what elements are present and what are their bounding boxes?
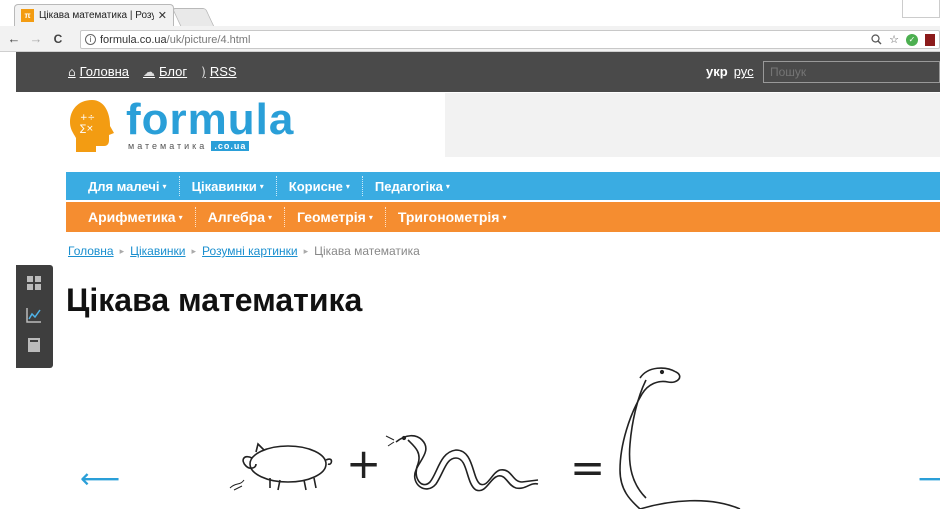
browser-tabstrip: π Цікава математика | Розумні картинки ✕ <box>0 0 940 26</box>
equals-sign: = <box>570 443 605 492</box>
logo-head-icon[interactable]: +÷ ∑× <box>66 98 118 154</box>
chevron-down-icon: ▾ <box>178 212 183 222</box>
tab-title: Цікава математика | Розумні картинки <box>39 10 154 21</box>
breadcrumb-separator-icon: ▸ <box>303 245 309 256</box>
menu-item-label: Арифметика <box>88 209 176 225</box>
logo-domain: .co.ua <box>211 141 250 151</box>
puzzle-picture: + = <box>229 367 741 509</box>
zoom-icon[interactable] <box>871 34 882 45</box>
breadcrumb-link-interesting[interactable]: Цікавинки <box>130 244 185 258</box>
menu-item-useful[interactable]: Корисне ▾ <box>277 176 363 196</box>
reload-icon[interactable]: C <box>50 32 66 46</box>
logo-wordmark[interactable]: formula <box>126 96 294 144</box>
menu-item-interesting[interactable]: Цікавинки ▾ <box>180 176 277 196</box>
address-bar[interactable]: i formula.co.ua/uk/picture/4.html ☆ ✓ <box>80 30 940 49</box>
menu-item-label: Педагогіка <box>374 178 443 194</box>
tab-close-icon[interactable]: ✕ <box>158 9 167 22</box>
menu-item-label: Корисне <box>288 178 343 194</box>
logo-sub-text: математика <box>128 141 208 151</box>
menu-item-algebra[interactable]: Алгебра ▾ <box>196 207 286 227</box>
extension-check-icon[interactable]: ✓ <box>906 33 918 46</box>
breadcrumb-separator-icon: ▸ <box>119 245 125 256</box>
breadcrumb-link-home[interactable]: Головна <box>68 244 114 258</box>
chevron-down-icon: ▾ <box>345 181 350 191</box>
lang-rus-link[interactable]: рус <box>734 64 754 79</box>
previous-arrow-icon[interactable]: ⟵ <box>80 462 120 495</box>
menu-item-label: Геометрія <box>297 209 366 225</box>
page-title: Цікава математика <box>66 282 363 318</box>
chevron-down-icon: ▾ <box>445 181 450 191</box>
menu-item-label: Алгебра <box>207 209 265 225</box>
forward-icon[interactable]: → <box>28 31 44 46</box>
menu-item-kids[interactable]: Для малечі ▾ <box>88 176 180 196</box>
nav-home-label: Головна <box>79 64 130 79</box>
site-favicon-icon: π <box>21 9 34 22</box>
chevron-down-icon: ▾ <box>268 212 273 222</box>
snake-drawing <box>385 434 539 492</box>
breadcrumb-link-smart-pictures[interactable]: Розумні картинки <box>202 244 298 258</box>
breadcrumb: Головна ▸ Цікавинки ▸ Розумні картинки ▸… <box>68 244 420 258</box>
top-navigation: ⌂ Головна ☁ Блог ) RSS <box>68 64 237 79</box>
menu-item-trigonometry[interactable]: Тригонометрія ▾ <box>386 207 519 227</box>
back-icon[interactable]: ← <box>6 31 22 46</box>
pig-drawing <box>229 442 333 491</box>
nav-home-link[interactable]: ⌂ Головна <box>68 64 129 79</box>
chevron-down-icon: ▾ <box>502 212 507 222</box>
home-icon: ⌂ <box>68 64 76 79</box>
menu-item-label: Цікавинки <box>191 178 257 194</box>
chevron-down-icon: ▾ <box>368 212 373 222</box>
new-tab-button[interactable] <box>171 8 215 26</box>
nav-rss-label: RSS <box>209 64 237 79</box>
calculator-icon[interactable] <box>26 275 42 291</box>
rss-icon: ) <box>201 64 206 79</box>
ad-banner <box>445 93 940 157</box>
dinosaur-drawing <box>619 367 741 509</box>
window-controls[interactable] <box>902 0 940 18</box>
menu-item-pedagogy[interactable]: Педагогіка ▾ <box>363 176 462 196</box>
subject-menu: Арифметика ▾ Алгебра ▾ Геометрія ▾ Тригоном… <box>66 202 940 232</box>
chevron-down-icon: ▾ <box>162 181 167 191</box>
omnibox-icons: ☆ ✓ <box>871 33 935 46</box>
lang-ukr: укр <box>706 64 728 79</box>
browser-toolbar: ← → C i formula.co.ua/uk/picture/4.html … <box>0 26 940 52</box>
extension-icon[interactable] <box>925 33 935 46</box>
menu-item-label: Тригонометрія <box>397 209 500 225</box>
chat-icon: ☁ <box>143 64 156 79</box>
breadcrumb-current: Цікава математика <box>314 244 420 258</box>
svg-text:+÷: +÷ <box>80 113 95 123</box>
url-path: /uk/picture/4.html <box>166 33 251 46</box>
breadcrumb-separator-icon: ▸ <box>191 245 197 256</box>
bookmark-star-icon[interactable]: ☆ <box>889 33 899 46</box>
main-menu: Для малечі ▾ Цікавинки ▾ Корисне ▾ Педагогі… <box>66 172 940 200</box>
url-host: formula.co.ua <box>100 33 167 46</box>
browser-tab[interactable]: π Цікава математика | Розумні картинки ✕ <box>14 4 174 26</box>
svg-text:∑×: ∑× <box>80 124 94 134</box>
nav-blog-link[interactable]: ☁ Блог <box>143 64 187 79</box>
plus-sign: + <box>346 439 381 488</box>
search-input[interactable] <box>763 61 940 83</box>
chevron-down-icon: ▾ <box>259 181 264 191</box>
menu-item-geometry[interactable]: Геометрія ▾ <box>285 207 386 227</box>
menu-item-label: Для малечі <box>88 178 160 194</box>
site-topbar: ⌂ Головна ☁ Блог ) RSS укр рус <box>16 52 940 92</box>
language-switcher: укр рус <box>706 64 754 79</box>
nav-rss-link[interactable]: ) RSS <box>201 64 236 79</box>
nav-blog-label: Блог <box>159 64 188 79</box>
graph-icon[interactable] <box>26 307 42 323</box>
side-tools-panel <box>16 265 53 368</box>
info-icon[interactable]: i <box>85 34 96 45</box>
book-icon[interactable] <box>26 337 42 353</box>
menu-item-arithmetic[interactable]: Арифметика ▾ <box>88 207 196 227</box>
logo-subtitle: математика .co.ua <box>128 141 250 151</box>
